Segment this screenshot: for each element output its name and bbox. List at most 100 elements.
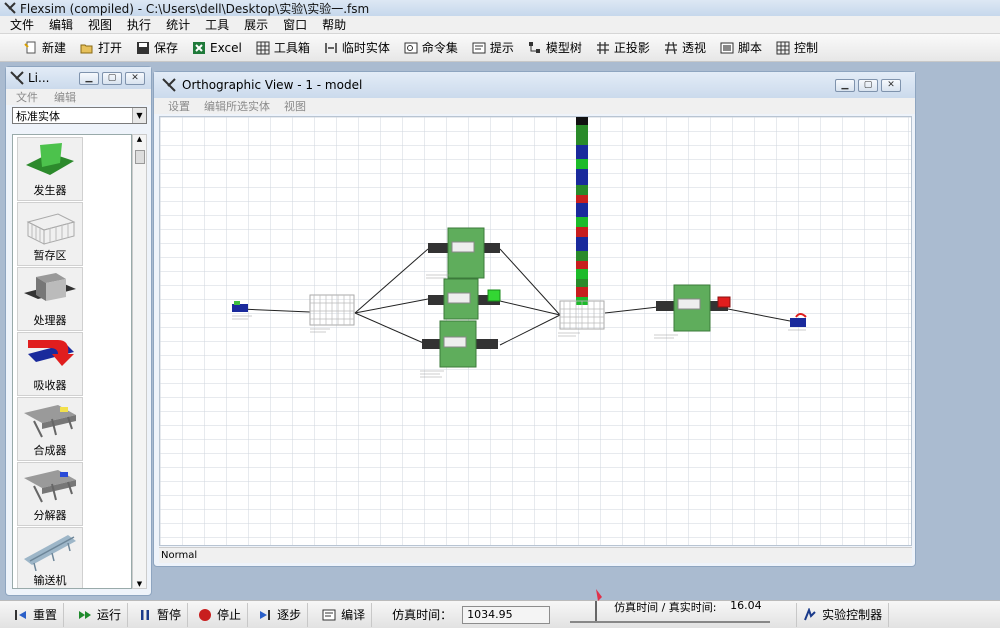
ortho-menu-edit-selected[interactable]: 编辑所选实体 [204,98,270,114]
open-folder-icon [80,44,93,53]
script-button[interactable]: 脚本 [714,37,768,59]
menu-tools[interactable]: 工具 [201,16,240,33]
new-button[interactable]: 新建 [18,37,72,59]
open-button[interactable]: 打开 [74,37,128,59]
lib-item-separator[interactable]: 分解器 [17,462,83,526]
menu-present[interactable]: 展示 [240,16,279,33]
run-label: 运行 [97,608,122,622]
library-scrollbar[interactable]: ▲ ▼ [132,134,147,589]
maximize-button[interactable]: ▢ [858,78,878,92]
run-button[interactable]: 运行 [64,602,129,627]
lib-item-conveyor[interactable]: 输送机 [17,527,83,588]
excel-icon [193,41,206,54]
command-icon [404,42,418,53]
script-label: 脚本 [737,41,762,55]
lib-item-sink[interactable]: 吸收器 [17,332,83,396]
model-canvas[interactable] [159,116,912,546]
main-toolbar: 新建 打开 保存 Excel 工具箱 临时实体 命令集 提示 模型树 正投影 透… [0,34,1000,62]
pause-button[interactable]: 暂停 [128,602,189,627]
compile-button[interactable]: 编译 [308,602,373,627]
maximize-button[interactable]: ▢ [102,71,122,85]
model-tree-button[interactable]: 模型树 [522,37,588,59]
control-button[interactable]: 控制 [770,37,824,59]
menu-bar: 文件 编辑 视图 执行 统计 工具 展示 窗口 帮助 [0,16,1000,34]
lib-item-queue[interactable]: 暂存区 [17,202,83,266]
menu-help[interactable]: 帮助 [318,16,357,33]
experimenter-button[interactable]: 实验控制器 [796,602,890,627]
reset-button[interactable]: 重置 [0,602,65,627]
hint-icon [472,42,486,53]
menu-execute[interactable]: 执行 [123,16,162,33]
excel-label: Excel [210,40,242,55]
close-button[interactable]: ✕ [125,71,145,85]
script-icon [720,42,734,53]
hint-label: 提示 [489,41,514,55]
minimize-button[interactable]: ▁ [79,71,99,85]
sink-icon [28,340,74,366]
save-button[interactable]: 保存 [130,37,184,59]
model-tree-label: 模型树 [545,41,582,55]
control-label: 控制 [793,41,818,55]
close-button[interactable]: ✕ [881,78,901,92]
temp-entity-button[interactable]: 临时实体 [318,37,396,59]
menu-file[interactable]: 文件 [6,16,45,33]
save-label: 保存 [154,41,179,55]
lib-item-combiner[interactable]: 合成器 [17,397,83,461]
step-label: 逐步 [277,608,302,622]
floor-grid [160,117,911,545]
stop-button[interactable]: 停止 [188,602,249,627]
speed-slider-handle-icon[interactable] [588,588,604,623]
lib-item-label: 处理器 [33,314,67,327]
menu-window[interactable]: 窗口 [279,16,318,33]
excel-button[interactable]: Excel [186,37,248,59]
lib-item-source[interactable]: 发生器 [17,137,83,201]
chevron-down-icon[interactable]: ▼ [132,108,146,123]
command-set-label: 命令集 [421,41,458,55]
toolbox-button[interactable]: 工具箱 [250,37,316,59]
flexsim-app-icon [4,2,16,14]
experimenter-icon [804,607,816,620]
library-item-list: 发生器 暂存区 处理器 吸收器 合成器 分解器 输送机 [12,134,132,589]
speed-ratio-label: 仿真时间 / 真实时间: [614,600,717,614]
lib-item-label: 发生器 [33,184,67,197]
separator-icon [24,470,76,503]
window-title-bar: Flexsim (compiled) - C:\Users\dell\Deskt… [0,0,1000,16]
processor-icon [24,273,76,301]
scroll-up-icon[interactable]: ▲ [133,135,146,143]
lib-item-label: 吸收器 [33,379,67,392]
library-title: Li... [28,71,50,85]
flexsim-app-icon [162,78,176,92]
step-icon [260,609,271,620]
speed-slider[interactable]: 仿真时间 / 真实时间: 16.04 [570,588,774,628]
ortho-grid-icon [596,41,609,54]
ortho-title-bar: Orthographic View - 1 - model ▁ ▢ ✕ [154,72,915,98]
ortho-button[interactable]: 正投影 [590,37,656,59]
menu-view[interactable]: 视图 [84,16,123,33]
menu-statistics[interactable]: 统计 [162,16,201,33]
scroll-down-icon[interactable]: ▼ [133,580,146,588]
library-menu-file[interactable]: 文件 [16,89,38,105]
hint-button[interactable]: 提示 [466,37,520,59]
ortho-menu-settings[interactable]: 设置 [168,98,190,114]
step-button[interactable]: 逐步 [248,602,309,627]
temp-entity-label: 临时实体 [341,41,390,55]
run-icon [79,610,92,619]
toolbox-label: 工具箱 [273,41,310,55]
scroll-thumb[interactable] [135,150,145,164]
library-panel: Li... ▁ ▢ ✕ 文件 编辑 标准实体 ▼ 发生器 暂存区 处理器 吸收器… [5,66,152,596]
library-menu: 文件 编辑 [6,89,151,105]
flexsim-app-icon [10,71,24,85]
command-set-button[interactable]: 命令集 [398,37,464,59]
compile-icon [322,609,336,620]
ortho-menu-view[interactable]: 视图 [284,98,306,114]
menu-edit[interactable]: 编辑 [45,16,84,33]
library-category-select[interactable]: 标准实体 ▼ [12,107,147,124]
orthographic-view-window: Orthographic View - 1 - model ▁ ▢ ✕ 设置 编… [153,71,916,567]
new-label: 新建 [42,41,67,55]
library-menu-edit[interactable]: 编辑 [54,89,76,105]
minimize-button[interactable]: ▁ [835,78,855,92]
perspective-button[interactable]: 透视 [658,37,712,59]
lib-item-processor[interactable]: 处理器 [17,267,83,331]
library-category-value: 标准实体 [16,109,60,123]
lib-item-label: 暂存区 [33,249,67,262]
